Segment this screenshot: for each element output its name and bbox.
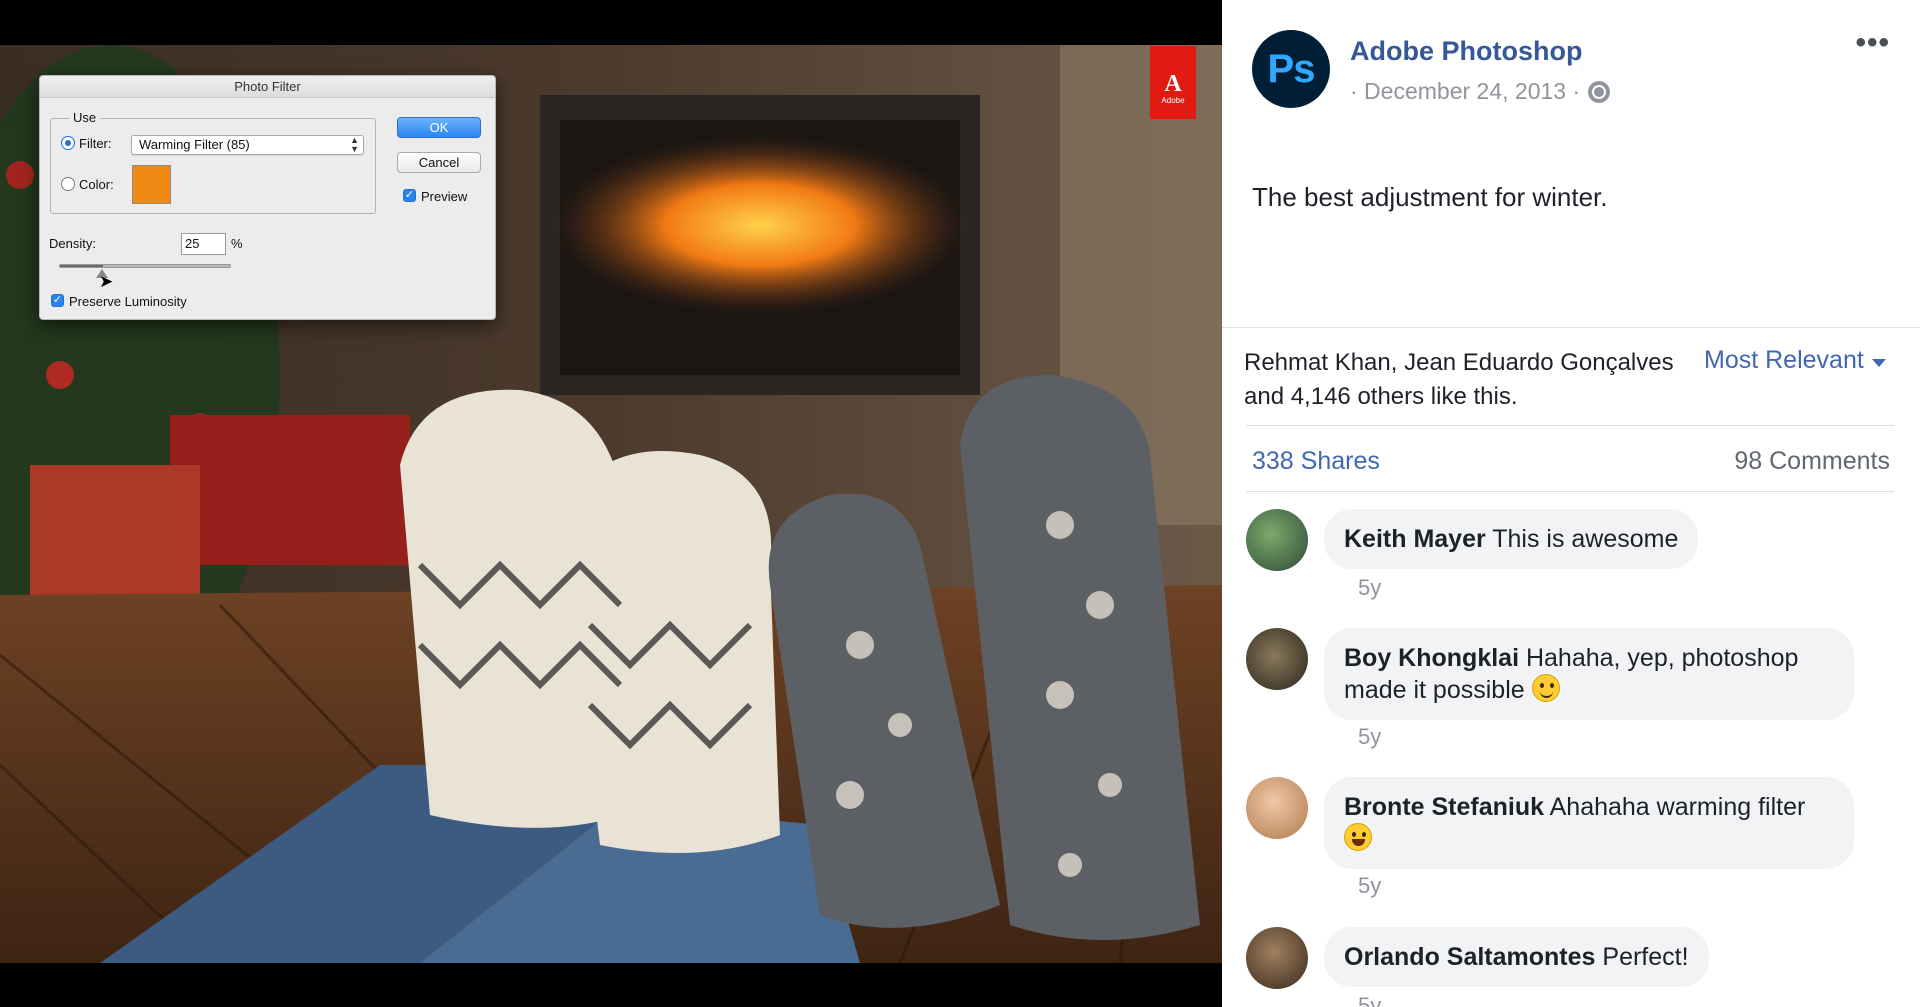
- media-viewer: A Adobe Photo Filter Use Filter: Warming…: [0, 0, 1222, 1007]
- grin-emoji-icon: [1344, 823, 1372, 851]
- adobe-logo: A Adobe: [1150, 46, 1196, 119]
- comment-author[interactable]: Keith Mayer: [1344, 525, 1486, 553]
- density-slider-fill: [60, 265, 103, 267]
- comment-time[interactable]: 5y: [1358, 575, 1381, 601]
- use-group-label: Use: [69, 110, 101, 125]
- preserve-luminosity-label: Preserve Luminosity: [69, 294, 187, 309]
- filter-select[interactable]: Warming Filter (85) ▲ ▼: [131, 135, 364, 155]
- divider: [1222, 327, 1920, 328]
- filter-label: Filter:: [79, 136, 112, 151]
- page-avatar-text: Ps: [1267, 46, 1316, 91]
- color-label: Color:: [79, 177, 114, 192]
- post-meta: · December 24, 2013 ·: [1350, 78, 1611, 105]
- filter-radio[interactable]: [61, 136, 75, 150]
- comments-count[interactable]: 98 Comments: [1734, 447, 1890, 476]
- page-name-link[interactable]: Adobe Photoshop: [1350, 36, 1582, 67]
- preview-label: Preview: [421, 189, 468, 204]
- mouse-cursor-icon: ➤: [99, 272, 114, 291]
- comment-text: This is awesome: [1492, 525, 1679, 553]
- commenter-avatar[interactable]: [1246, 628, 1308, 690]
- page-avatar[interactable]: Ps: [1252, 30, 1330, 108]
- comment-bubble: Bronte Stefaniuk Ahahaha warming filter: [1324, 777, 1854, 869]
- density-slider[interactable]: [59, 264, 231, 268]
- preserve-luminosity-checkbox[interactable]: ✓: [51, 294, 64, 307]
- post-text: The best adjustment for winter.: [1252, 182, 1608, 212]
- filter-select-value: Warming Filter (85): [139, 137, 250, 152]
- shares-link[interactable]: 338 Shares: [1252, 447, 1380, 476]
- divider: [1246, 491, 1894, 492]
- color-swatch[interactable]: [132, 165, 171, 204]
- likes-summary[interactable]: Rehmat Khan, Jean Eduardo Gonçalves and …: [1244, 346, 1714, 414]
- ok-button[interactable]: OK: [397, 117, 481, 138]
- comment-text: Ahahaha warming filter: [1549, 793, 1806, 821]
- divider: [1246, 425, 1894, 426]
- commenter-avatar[interactable]: [1246, 509, 1308, 571]
- comment-time[interactable]: 5y: [1358, 873, 1381, 899]
- comment-bubble: Boy Khongklai Hahaha, yep, photoshop mad…: [1324, 628, 1854, 720]
- adobe-logo-word: Adobe: [1161, 96, 1185, 105]
- sort-label: Most Relevant: [1704, 346, 1864, 374]
- density-unit: %: [231, 236, 243, 251]
- preview-checkbox[interactable]: ✓: [403, 189, 416, 202]
- color-radio[interactable]: [61, 177, 75, 191]
- commenter-avatar[interactable]: [1246, 927, 1308, 989]
- comment-bubble: Keith Mayer This is awesome: [1324, 509, 1699, 569]
- density-label: Density:: [49, 236, 96, 251]
- comment-author[interactable]: Boy Khongklai: [1344, 644, 1519, 672]
- smile-emoji-icon: [1531, 674, 1560, 702]
- comment-text: Perfect!: [1602, 943, 1689, 971]
- photo-filter-dialog: Photo Filter Use Filter: Warming Filter …: [39, 75, 496, 320]
- use-group: [50, 118, 376, 214]
- comment-time[interactable]: 5y: [1358, 993, 1381, 1007]
- comment-time[interactable]: 5y: [1358, 724, 1381, 750]
- globe-icon: [1588, 80, 1611, 103]
- comment-author[interactable]: Bronte Stefaniuk: [1344, 793, 1544, 821]
- comment-author[interactable]: Orlando Saltamontes: [1344, 943, 1595, 971]
- adobe-logo-glyph: A: [1164, 71, 1182, 97]
- comment-bubble: Orlando Saltamontes Perfect!: [1324, 927, 1709, 987]
- post-date[interactable]: · December 24, 2013 ·: [1350, 78, 1580, 105]
- post-panel: Ps Adobe Photoshop · December 24, 2013 ·…: [1222, 0, 1920, 1007]
- screen: A Adobe Photo Filter Use Filter: Warming…: [0, 0, 1920, 1007]
- density-input[interactable]: 25: [181, 233, 226, 255]
- commenter-avatar[interactable]: [1246, 777, 1308, 839]
- select-arrows-icon: ▲ ▼: [350, 135, 359, 154]
- more-options-button[interactable]: •••: [1855, 26, 1890, 60]
- caret-down-icon: [1871, 358, 1886, 367]
- sort-dropdown[interactable]: Most Relevant: [1704, 346, 1886, 375]
- cancel-button[interactable]: Cancel: [397, 152, 481, 173]
- dialog-title: Photo Filter: [40, 76, 495, 98]
